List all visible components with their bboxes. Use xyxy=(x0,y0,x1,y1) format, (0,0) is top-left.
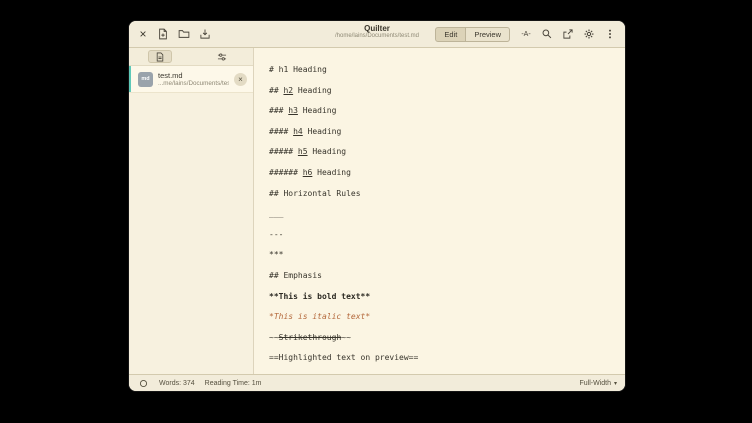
editor-line: ___ xyxy=(269,204,625,225)
width-mode-label: Full-Width xyxy=(579,380,611,387)
editor-line: ==Highlighted text on preview== xyxy=(269,348,625,369)
editor-line: ###### h6 Heading xyxy=(269,163,625,184)
editor-line: ## Horizontal Rules xyxy=(269,184,625,205)
preview-view-button[interactable]: Preview xyxy=(466,27,510,42)
sliders-icon xyxy=(217,52,227,62)
file-list: md test.md ...me/lains/Documents/test.md… xyxy=(129,66,253,93)
open-document-button[interactable] xyxy=(175,26,193,42)
view-switcher: Edit Preview xyxy=(435,27,510,42)
search-button[interactable] xyxy=(538,26,556,42)
headerbar-left-group: × xyxy=(135,26,214,42)
editor-line: # h1 Heading xyxy=(269,60,625,81)
file-name: test.md xyxy=(158,71,229,80)
export-icon xyxy=(562,28,574,40)
edit-view-button[interactable]: Edit xyxy=(435,27,466,42)
markdown-editor[interactable]: # h1 Heading ## h2 Heading ### h3 Headin… xyxy=(254,48,625,374)
editor-line: *This is italic text* xyxy=(269,307,625,328)
main-area: md test.md ...me/lains/Documents/test.md… xyxy=(129,48,625,374)
editor-line: ##### h5 Heading xyxy=(269,142,625,163)
word-count: Words: 374 xyxy=(159,380,195,387)
sidebar: md test.md ...me/lains/Documents/test.md… xyxy=(129,48,254,374)
close-window-button[interactable]: × xyxy=(135,26,151,42)
reading-time: Reading Time: 1m xyxy=(205,380,262,387)
file-icon xyxy=(155,52,165,62)
focus-mode-button[interactable] xyxy=(137,377,149,389)
sidebar-tab-files[interactable] xyxy=(148,50,172,63)
markdown-badge: md xyxy=(141,76,149,82)
editor-line: ~~Strikethrough~~ xyxy=(269,328,625,349)
window-title-block: Quilter /home/lains/Documents/test.md xyxy=(335,24,419,40)
editor-line: #### h4 Heading xyxy=(269,122,625,143)
editor-line: --- xyxy=(269,225,625,246)
window-title: Quilter xyxy=(335,24,419,33)
new-document-button[interactable] xyxy=(154,26,172,42)
settings-button[interactable] xyxy=(580,26,598,42)
menu-button[interactable] xyxy=(601,26,619,42)
sidebar-tabs xyxy=(129,48,253,66)
folder-open-icon xyxy=(178,28,190,40)
file-list-item[interactable]: md test.md ...me/lains/Documents/test.md… xyxy=(129,66,253,93)
save-document-button[interactable] xyxy=(196,26,214,42)
editor-line: **This is bold text** xyxy=(269,287,625,308)
gear-icon xyxy=(583,28,595,40)
window-subtitle: /home/lains/Documents/test.md xyxy=(335,33,419,40)
headerbar: × Quilter /home/lains/Documents/test.md xyxy=(129,21,625,48)
vertical-dots-menu-icon xyxy=(604,28,616,40)
new-document-icon xyxy=(157,28,169,40)
font-size-icon: -A- xyxy=(521,31,530,38)
font-size-button[interactable]: -A- xyxy=(517,26,535,42)
file-meta: test.md ...me/lains/Documents/test.md xyxy=(158,71,229,87)
focus-mode-icon xyxy=(139,379,148,388)
editor-line: ## Emphasis xyxy=(269,266,625,287)
chevron-down-icon: ▾ xyxy=(614,380,617,387)
close-file-button[interactable]: × xyxy=(234,73,247,86)
search-icon xyxy=(541,28,553,40)
save-icon xyxy=(199,28,211,40)
editor-line: ## h2 Heading xyxy=(269,81,625,102)
width-mode-dropdown[interactable]: Full-Width ▾ xyxy=(579,380,617,387)
markdown-file-icon: md xyxy=(138,72,153,87)
app-window: × Quilter /home/lains/Documents/test.md xyxy=(128,20,626,392)
file-path: ...me/lains/Documents/test.md xyxy=(158,80,229,87)
editor-line: ### h3 Heading xyxy=(269,101,625,122)
editor-line: *** xyxy=(269,245,625,266)
export-button[interactable] xyxy=(559,26,577,42)
headerbar-right-group: Edit Preview -A- xyxy=(435,26,619,42)
statusbar: Words: 374 Reading Time: 1m Full-Width ▾ xyxy=(129,374,625,391)
sidebar-tab-settings[interactable] xyxy=(210,50,234,63)
